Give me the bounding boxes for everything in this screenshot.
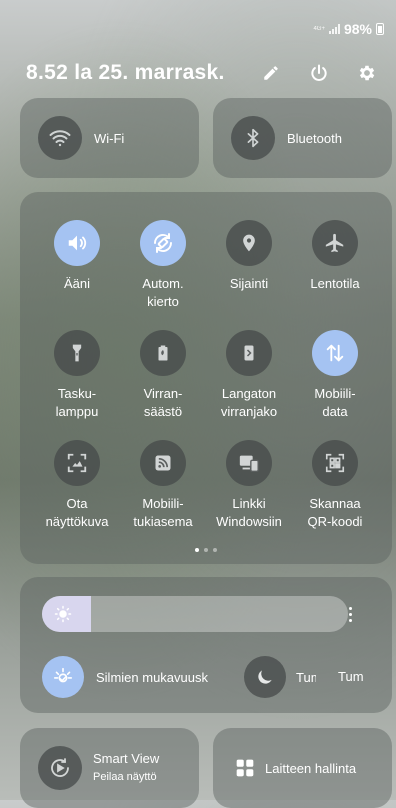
auto-rotate-icon xyxy=(140,220,186,266)
more-options-icon[interactable] xyxy=(338,601,362,627)
airplane-icon xyxy=(312,220,358,266)
location-icon xyxy=(226,220,272,266)
tile-sound[interactable]: Ääni xyxy=(31,220,123,293)
tile-link-to-windows[interactable]: Linkki Windowsiin xyxy=(203,440,295,531)
wifi-icon xyxy=(38,116,82,160)
tile-label: Tasku- lamppu xyxy=(55,386,99,419)
eye-comfort-label: Silmien mukavuusk xyxy=(96,669,208,685)
tile-label: Linkki Windowsiin xyxy=(216,496,282,529)
brightness-slider[interactable] xyxy=(42,596,348,632)
tile-location[interactable]: Sijainti xyxy=(203,220,295,293)
tile-label: Ääni xyxy=(63,276,91,291)
tile-label: Sijainti xyxy=(229,276,269,291)
tile-power-saving[interactable]: Virran- säästö xyxy=(117,330,209,421)
smart-view-icon xyxy=(38,746,82,790)
bluetooth-icon xyxy=(231,116,275,160)
tile-qr-scan[interactable]: Skannaa QR-koodi xyxy=(289,440,381,531)
date-time[interactable]: 8.52 la 25. marrask. xyxy=(26,61,258,85)
mobile-data-icon xyxy=(312,330,358,376)
dark-mode-toggle[interactable]: Tumma tila xyxy=(244,656,316,698)
dark-mode-icon xyxy=(244,656,286,698)
tile-label: Ota näyttökuva xyxy=(45,496,109,529)
device-control-button[interactable]: Laitteen hallinta xyxy=(213,728,392,808)
screenshot-icon xyxy=(54,440,100,486)
tile-flashlight[interactable]: Tasku- lamppu xyxy=(31,330,123,421)
brightness-icon xyxy=(54,605,72,628)
page-dot xyxy=(204,548,208,552)
wifi-label: Wi-Fi xyxy=(94,130,125,146)
tile-label: Mobiili- data xyxy=(314,386,356,419)
wifi-toggle[interactable]: Wi-Fi xyxy=(20,98,199,178)
battery-icon xyxy=(376,23,384,35)
bluetooth-label: Bluetooth xyxy=(287,130,342,146)
signal-icon xyxy=(328,24,340,34)
brightness-panel: Silmien mukavuusk Tumma tila Tum xyxy=(20,577,392,713)
tile-screenshot[interactable]: Ota näyttökuva xyxy=(31,440,123,531)
tile-label: Mobiili- tukiasema xyxy=(133,496,193,529)
page-dot xyxy=(213,548,217,552)
tile-label: Lentotila xyxy=(310,276,360,291)
bluetooth-toggle[interactable]: Bluetooth xyxy=(213,98,392,178)
power-saving-icon xyxy=(140,330,186,376)
tile-wireless-power-share[interactable]: Langaton virranjako xyxy=(203,330,295,421)
hotspot-icon xyxy=(140,440,186,486)
tile-label: Langaton virranjako xyxy=(220,386,278,419)
tile-airplane[interactable]: Lentotila xyxy=(289,220,381,293)
tile-hotspot[interactable]: Mobiili- tukiasema xyxy=(117,440,209,531)
flashlight-icon xyxy=(54,330,100,376)
power-icon[interactable] xyxy=(306,60,332,86)
qr-scan-icon xyxy=(312,440,358,486)
tile-label: Autom. kierto xyxy=(142,276,184,309)
battery-percent: 98% xyxy=(343,21,372,37)
device-control-label: Laitteen hallinta xyxy=(265,761,357,776)
smart-view-button[interactable]: Smart View Peilaa näyttö xyxy=(20,728,199,808)
tile-label: Virran- säästö xyxy=(143,386,183,419)
tile-label: Skannaa QR-koodi xyxy=(307,496,363,529)
quick-panel-header: 8.52 la 25. marrask. xyxy=(26,58,380,88)
device-control-icon xyxy=(235,758,255,783)
network-type: 4G+ xyxy=(313,26,325,32)
settings-icon[interactable] xyxy=(354,60,380,86)
eye-comfort-icon xyxy=(42,656,84,698)
tile-auto-rotate[interactable]: Autom. kierto xyxy=(117,220,209,311)
quick-settings-grid: Ääni Autom. kierto Sijainti Lentotila Ta… xyxy=(20,192,392,564)
edit-icon[interactable] xyxy=(258,60,284,86)
next-toggle-label[interactable]: Tum xyxy=(338,669,378,684)
smart-view-subtitle: Peilaa näyttö xyxy=(93,771,157,783)
smart-view-title: Smart View xyxy=(93,751,160,766)
status-bar: 4G+ 98% xyxy=(313,20,384,38)
wireless-power-share-icon xyxy=(226,330,272,376)
dark-mode-label: Tumma tila xyxy=(296,669,316,685)
page-indicator xyxy=(20,548,392,552)
tile-mobile-data[interactable]: Mobiili- data xyxy=(289,330,381,421)
eye-comfort-toggle[interactable]: Silmien mukavuusk xyxy=(42,656,218,698)
page-dot xyxy=(195,548,199,552)
link-to-windows-icon xyxy=(226,440,272,486)
sound-icon xyxy=(54,220,100,266)
